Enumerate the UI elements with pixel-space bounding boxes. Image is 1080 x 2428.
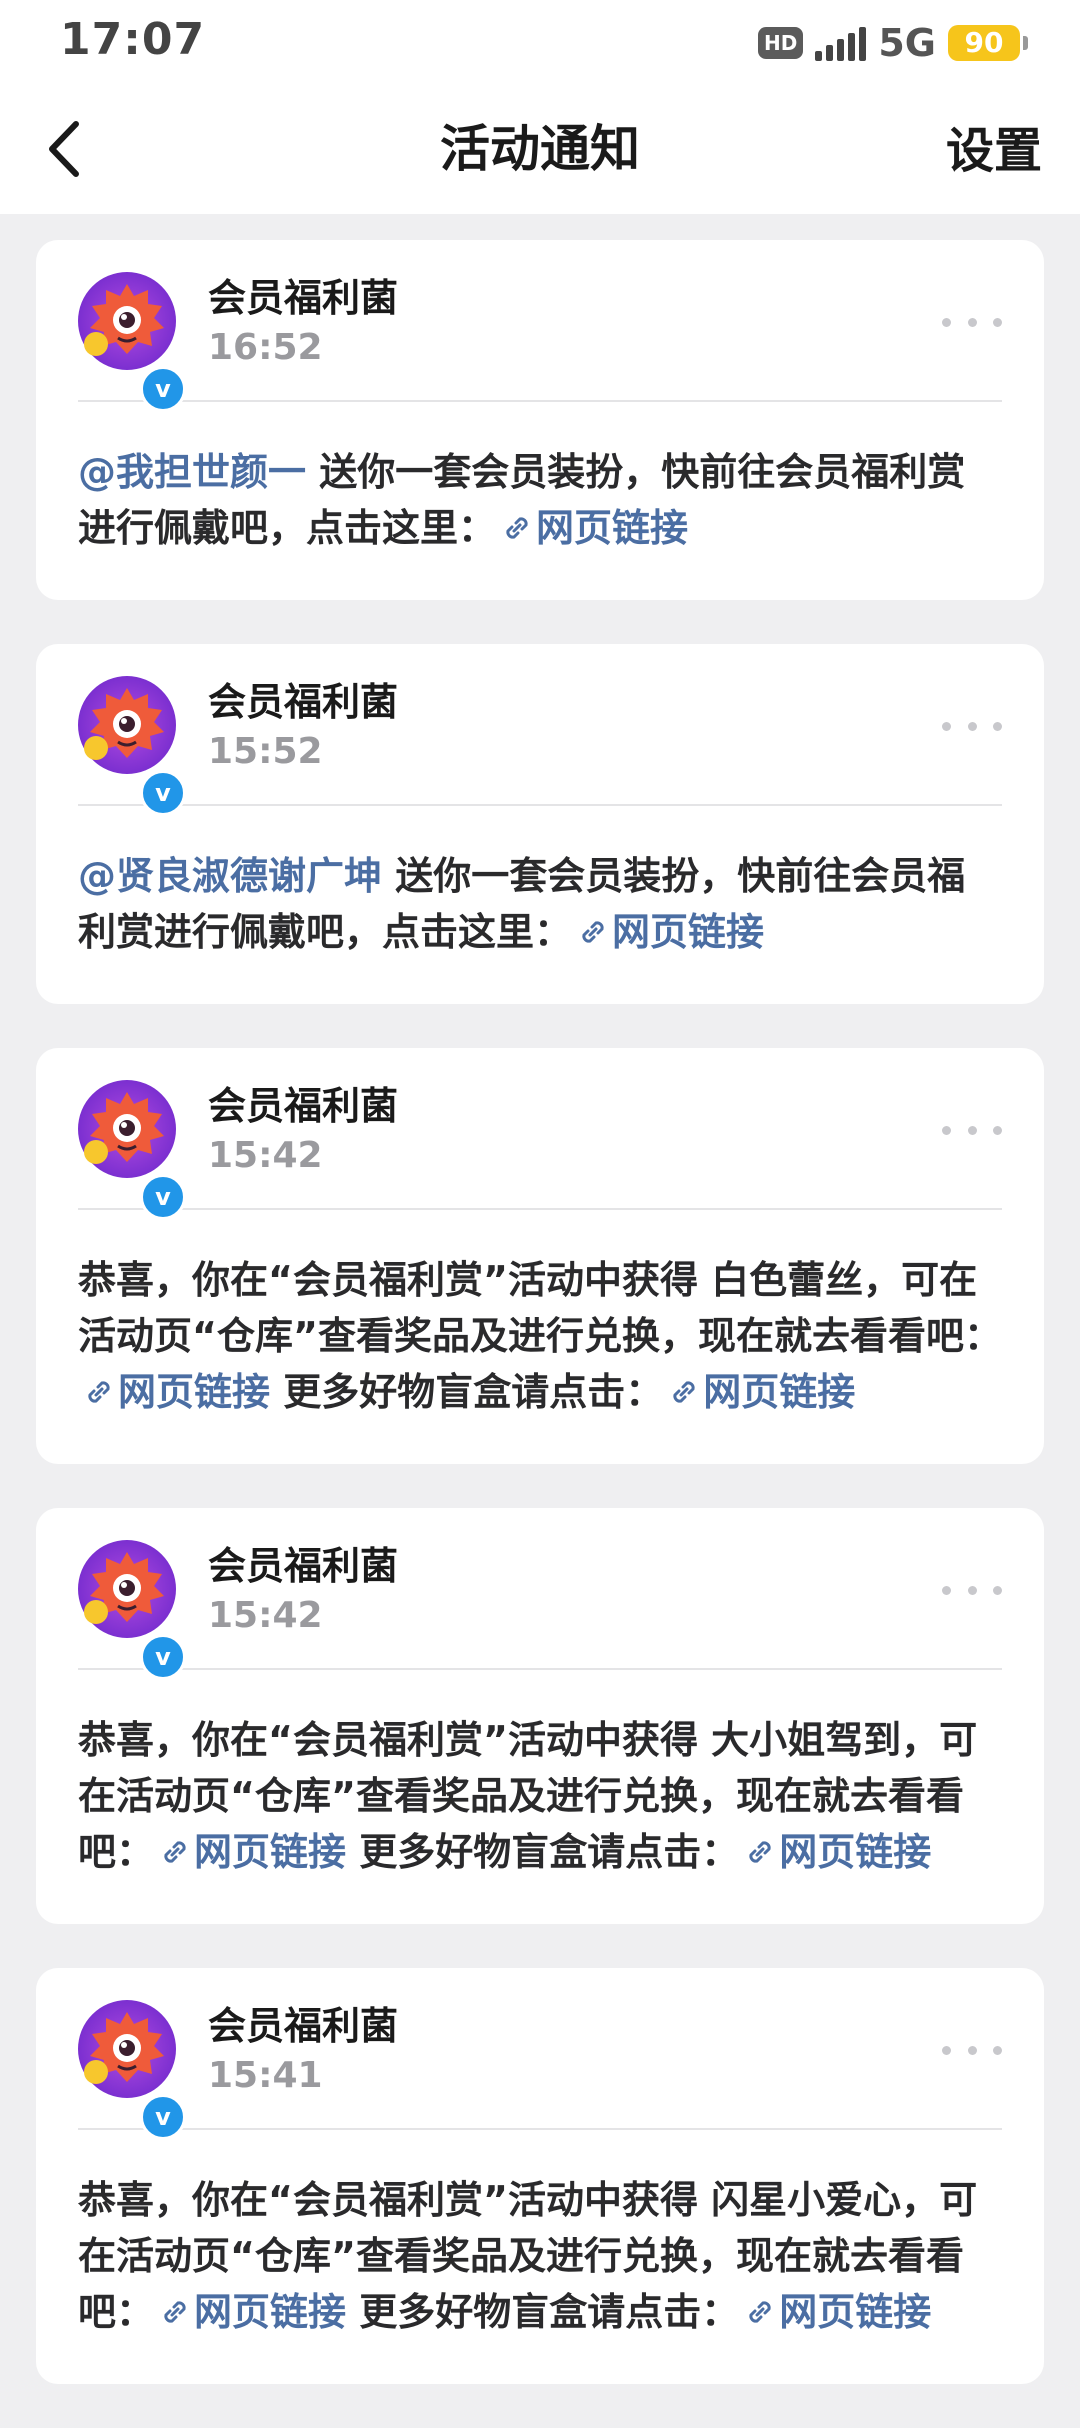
avatar[interactable]: v [78,1080,186,1220]
message-text-2: 更多好物盲盒请点击： [346,2290,740,2334]
web-link-1[interactable]: 网页链接 [496,506,688,550]
link-icon [164,1841,186,1863]
web-link-label: 网页链接 [118,1370,271,1414]
more-dots-icon[interactable] [942,1110,1002,1150]
link-icon [673,1381,695,1403]
signal-icon [815,25,867,61]
mascot-avatar-icon [78,1080,176,1178]
network-type: 5G [878,21,936,65]
message-time: 16:52 [208,327,323,368]
more-dots-icon[interactable] [942,2030,1002,2070]
more-dots-icon[interactable] [942,706,1002,746]
mention-link[interactable]: @我担世颜一 [78,450,306,494]
sender-name[interactable]: 会员福利菌 [208,274,398,322]
message-body: 恭喜，你在“会员福利赏”活动中获得 闪星小爱心，可在活动页“仓库”查看奖品及进行… [78,2130,1002,2384]
mascot-avatar-icon [78,2000,176,2098]
mention-link[interactable]: @贤良淑德谢广坤 [78,854,382,898]
more-dots-icon[interactable] [942,302,1002,342]
verified-icon: v [140,1174,186,1220]
message-time: 15:42 [208,1135,323,1176]
link-icon [506,517,528,539]
card-header: v 会员福利菌 16:52 [78,240,1002,412]
web-link-label: 网页链接 [194,2290,347,2334]
web-link-2[interactable]: 网页链接 [739,1830,931,1874]
settings-button[interactable]: 设置 [946,116,1042,186]
sender-name[interactable]: 会员福利菌 [208,1542,398,1590]
sender-name[interactable]: 会员福利菌 [208,678,398,726]
link-icon [582,921,604,943]
top-nav-bar: 活动通知 设置 [0,84,1080,214]
avatar[interactable]: v [78,1540,186,1680]
more-dots-icon[interactable] [942,1570,1002,1610]
message-body: @贤良淑德谢广坤 送你一套会员装扮，快前往会员福利赏进行佩戴吧，点击这里： 网页链… [78,806,1002,1004]
web-link-label: 网页链接 [194,1830,347,1874]
card-header: v 会员福利菌 15:41 [78,1968,1002,2140]
card-header: v 会员福利菌 15:42 [78,1508,1002,1680]
message-text: 恭喜，你在“会员福利赏”活动中获得 白色蕾丝，可在活动页“仓库”查看奖品及进行兑… [78,1258,1002,1358]
message-time: 15:42 [208,1595,323,1636]
status-bar: 17:07 HD 5G 90 [0,0,1080,84]
message-body: @我担世颜一 送你一套会员装扮，快前往会员福利赏进行佩戴吧，点击这里： 网页链接 [78,402,1002,600]
sender-name[interactable]: 会员福利菌 [208,1082,398,1130]
verified-icon: v [140,366,186,412]
message-time: 15:52 [208,731,323,772]
verified-icon: v [140,1634,186,1680]
avatar[interactable]: v [78,2000,186,2140]
link-icon [164,2301,186,2323]
battery-icon: 90 [948,25,1028,61]
message-time: 15:41 [208,2055,323,2096]
notification-feed: v 会员福利菌 16:52 @我担世颜一 送你一套会员装扮，快前往会员福利赏进行… [36,240,1044,2428]
notification-card: v 会员福利菌 15:41 恭喜，你在“会员福利赏”活动中获得 闪星小爱心，可在… [36,1968,1044,2384]
notification-card: v 会员福利菌 15:42 恭喜，你在“会员福利赏”活动中获得 大小姐驾到，可在… [36,1508,1044,1924]
message-text-2: 更多好物盲盒请点击： [346,1830,740,1874]
web-link-label: 网页链接 [779,1830,932,1874]
web-link-2[interactable]: 网页链接 [739,2290,931,2334]
card-header: v 会员福利菌 15:52 [78,644,1002,816]
web-link-1[interactable]: 网页链接 [154,1830,346,1874]
status-time: 17:07 [60,14,206,65]
web-link-1[interactable]: 网页链接 [78,1370,270,1414]
hd-icon: HD [758,27,804,59]
link-icon [749,2301,771,2323]
web-link-label: 网页链接 [536,506,689,550]
message-text-2: 更多好物盲盒请点击： [270,1370,664,1414]
link-icon [749,1841,771,1863]
notification-card: v 会员福利菌 15:52 @贤良淑德谢广坤 送你一套会员装扮，快前往会员福利赏… [36,644,1044,1004]
web-link-label: 网页链接 [779,2290,932,2334]
notification-card: v 会员福利菌 16:52 @我担世颜一 送你一套会员装扮，快前往会员福利赏进行… [36,240,1044,600]
web-link-2[interactable]: 网页链接 [663,1370,855,1414]
avatar[interactable]: v [78,676,186,816]
notification-card: v 会员福利菌 15:42 恭喜，你在“会员福利赏”活动中获得 白色蕾丝，可在活… [36,1048,1044,1464]
page-title: 活动通知 [440,120,640,178]
web-link-label: 网页链接 [703,1370,856,1414]
message-body: 恭喜，你在“会员福利赏”活动中获得 白色蕾丝，可在活动页“仓库”查看奖品及进行兑… [78,1210,1002,1464]
web-link-1[interactable]: 网页链接 [572,910,764,954]
mascot-avatar-icon [78,272,176,370]
mascot-avatar-icon [78,676,176,774]
sender-name[interactable]: 会员福利菌 [208,2002,398,2050]
mascot-avatar-icon [78,1540,176,1638]
verified-icon: v [140,2094,186,2140]
link-icon [88,1381,110,1403]
verified-icon: v [140,770,186,816]
message-body: 恭喜，你在“会员福利赏”活动中获得 大小姐驾到，可在活动页“仓库”查看奖品及进行… [78,1670,1002,1924]
avatar[interactable]: v [78,272,186,412]
status-indicators: HD 5G 90 [758,20,1028,66]
web-link-label: 网页链接 [612,910,765,954]
card-header: v 会员福利菌 15:42 [78,1048,1002,1220]
web-link-1[interactable]: 网页链接 [154,2290,346,2334]
